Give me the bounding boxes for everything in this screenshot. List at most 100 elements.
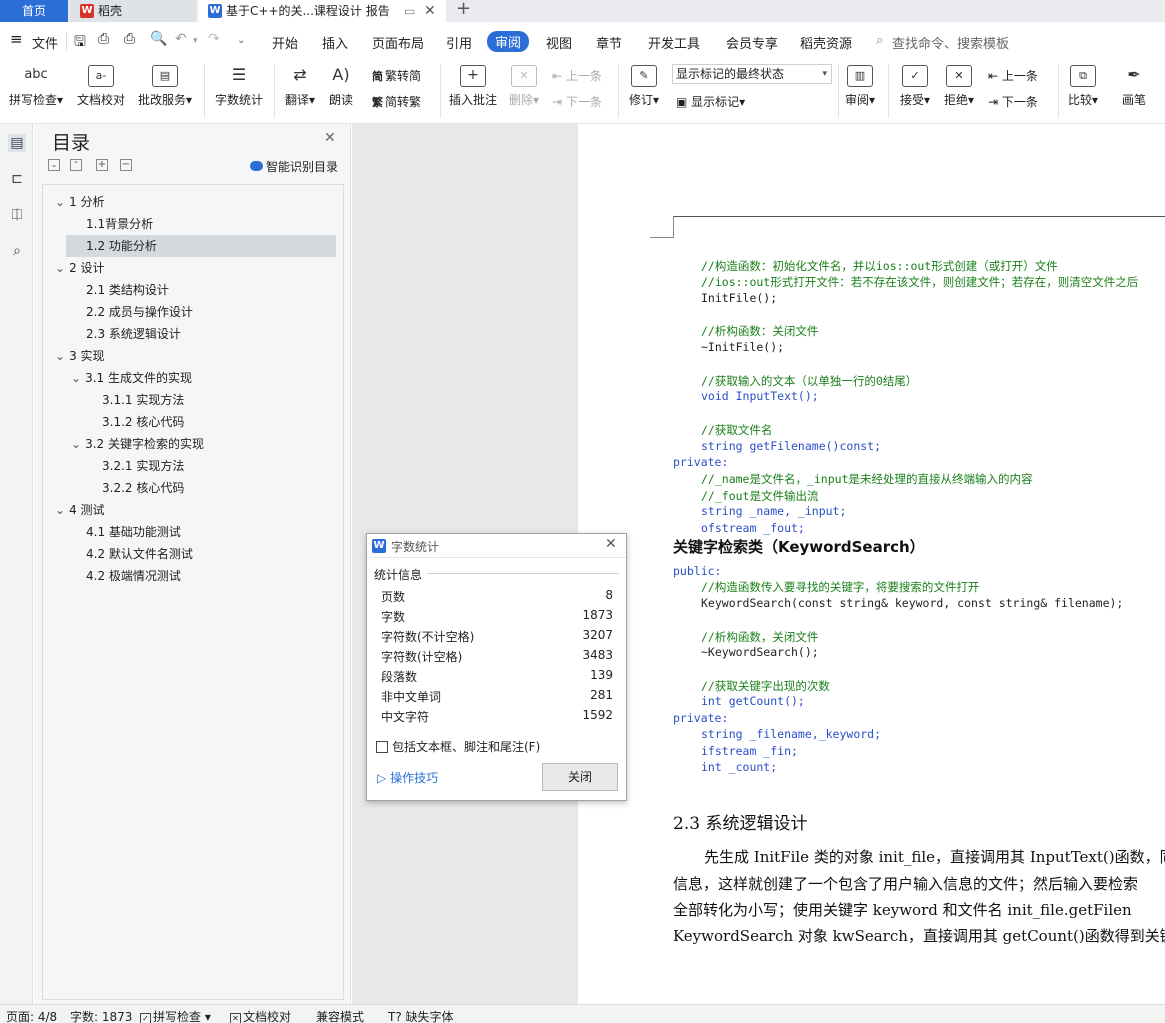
simp-to-trad-button[interactable]: 繁简转繁 [372,93,421,110]
prev-change-button[interactable]: ⇤ 上一条 [988,67,1038,84]
read-aloud-button[interactable]: A) 朗读 [324,65,358,108]
undo-icon[interactable]: ↶ [175,31,187,47]
tips-link[interactable]: ▷ 操作技巧 [377,769,438,786]
toc-item[interactable]: 3.1.1 实现方法 [102,389,184,411]
reject-button[interactable]: ✕ 拒绝▾ [940,65,978,108]
quick-access-dropdown-icon[interactable]: ⌄ [237,35,245,46]
export-pdf-icon[interactable]: ⎙ [98,31,109,47]
menu-insert[interactable]: 插入 [322,33,348,52]
comment-service-button[interactable]: ▤ 批改服务▾ [134,65,196,108]
stat-row: 字符数(不计空格) 3207 [381,628,613,644]
translate-button[interactable]: ⇄ 翻译▾ [280,65,320,108]
trad-to-simp-button[interactable]: 简繁转简 [372,67,421,84]
toc-item[interactable]: 4.2 默认文件名测试 [86,543,193,565]
word-count-indicator[interactable]: 字数: 1873 [70,1008,132,1023]
chevron-down-icon[interactable]: ⌄ [55,349,65,363]
save-icon[interactable]: 🖫 [74,31,86,55]
toc-item[interactable]: 3.1.2 核心代码 [102,411,184,433]
print-preview-icon[interactable]: 🔍 [150,31,167,47]
menu-start[interactable]: 开始 [272,33,298,52]
dialog-titlebar[interactable]: W 字数统计 ✕ [367,534,626,558]
toc-item[interactable]: 3.2.1 实现方法 [102,455,184,477]
prev-comment-button[interactable]: ⇤ 上一条 [552,67,602,84]
delete-comment-button[interactable]: ✕ 删除▾ [504,65,544,108]
print-icon[interactable]: ⎙ [124,31,135,47]
menu-developer[interactable]: 开发工具 [648,33,700,52]
menu-review[interactable]: 审阅 [487,31,530,52]
tab-document[interactable]: W 基于C++的关...课程设计 报告 ▭ ✕ [198,0,446,22]
missing-font-button[interactable]: T? 缺失字体 [388,1008,454,1023]
menu-daoke-resources[interactable]: 稻壳资源 [800,33,852,52]
accept-button[interactable]: ✓ 接受▾ [896,65,934,108]
chevron-down-icon[interactable]: ⌄ [55,503,65,517]
menu-file[interactable]: 文件 [32,33,58,52]
chevron-down-icon[interactable]: ⌄ [71,437,81,451]
next-comment-button[interactable]: ⇥ 下一条 [552,93,602,110]
redo-icon[interactable]: ↷ [208,31,220,47]
document-proof-button[interactable]: a- 文档校对 [74,65,128,108]
next-change-button[interactable]: ⇥ 下一条 [988,93,1038,110]
expand-level-icon[interactable]: ⌃ [70,159,82,171]
toc-item[interactable]: 4.2 极端情况测试 [86,565,181,587]
show-markup-button[interactable]: ▣ 显示标记▾ [676,93,745,110]
toc-icon[interactable]: ▤ [8,134,26,152]
command-search-input[interactable]: 查找命令、搜索模板 [892,33,1009,52]
spell-check-button[interactable]: abc 拼写检查▾ [6,65,66,108]
close-tab-icon[interactable]: ✕ [424,0,436,22]
markup-state-select[interactable]: 显示标记的最终状态 ▾ [672,64,832,84]
menu-member[interactable]: 会员专享 [726,33,778,52]
add-heading-icon[interactable]: + [96,159,108,171]
toc-item[interactable]: 4.1 基础功能测试 [86,521,181,543]
code-line: //析构函数：关闭文件 [701,324,819,338]
checkbox-box[interactable] [376,741,388,753]
word-count-button[interactable]: ☰ 字数统计 [212,65,266,108]
tab-home[interactable]: 首页 [0,0,68,22]
pen-button[interactable]: ✒ 画笔 [1116,65,1152,108]
chevron-down-icon[interactable]: ⌄ [71,371,81,385]
bookmark-icon[interactable]: ⎅ [8,206,26,224]
track-changes-button[interactable]: ✎ 修订▾ [624,65,664,108]
chapter-nav-icon[interactable]: ⊏ [8,170,26,188]
toc-item[interactable]: 3.2.2 核心代码 [102,477,184,499]
toc-item[interactable]: 1.1背景分析 [86,213,153,235]
tab-daoke[interactable]: W 稻壳 [70,0,196,22]
page-indicator[interactable]: 页面: 4/8 [6,1008,57,1023]
chevron-down-icon[interactable]: ⌄ [55,261,65,275]
chevron-down-icon: ▾ [822,69,827,79]
toc-item[interactable]: 2.2 成员与操作设计 [86,301,193,323]
find-icon[interactable]: ⌕ [8,242,26,260]
chevron-down-icon[interactable]: ⌄ [55,195,65,209]
toc-item[interactable]: ⌄ 4 测试 [55,499,105,521]
insert-comment-button[interactable]: + 插入批注 [446,65,500,108]
toc-item[interactable]: ⌄ 3.2 关键字检索的实现 [71,433,204,455]
close-icon[interactable]: ✕ [324,130,336,146]
toc-item[interactable]: ⌄ 3 实现 [55,345,105,367]
toc-item[interactable]: 2.1 类结构设计 [86,279,169,301]
toc-item[interactable]: ⌄ 2 设计 [55,257,105,279]
document-page[interactable]: //构造函数：初始化文件名，并以ios::out形式创建（或打开）文件 //io… [578,124,1165,1004]
collapse-all-icon[interactable]: ⌄ [48,159,60,171]
status-spell-check[interactable]: ✓ 拼写检查 ▾ [140,1008,211,1023]
menu-view[interactable]: 视图 [546,33,572,52]
code-line: void InputText(); [701,389,819,403]
include-textbox-checkbox[interactable]: 包括文本框、脚注和尾注(F) [376,738,540,755]
close-dialog-button[interactable]: 关闭 [542,763,618,791]
comment-service-icon: ▤ [152,65,178,87]
smart-toc-button[interactable]: 智能识别目录 [250,158,338,175]
toc-item-selected[interactable]: 1.2 功能分析 [66,235,336,257]
new-tab-icon[interactable]: + [456,0,471,19]
undo-dropdown-icon[interactable]: ▾ [193,36,198,46]
status-document-proof[interactable]: ✕ 文档校对 [230,1008,291,1023]
remove-heading-icon[interactable]: − [120,159,132,171]
close-icon[interactable]: ✕ [605,536,617,552]
compare-button[interactable]: ⧉ 比较▾ [1064,65,1102,108]
menu-reference[interactable]: 引用 [446,33,472,52]
menu-layout[interactable]: 页面布局 [372,33,424,52]
menu-chapter[interactable]: 章节 [596,33,622,52]
hamburger-icon[interactable]: ≡ [10,30,23,48]
review-pane-button[interactable]: ▥ 审阅▾ [842,65,878,108]
toc-item[interactable]: ⌄ 3.1 生成文件的实现 [71,367,192,389]
toc-item[interactable]: 2.3 系统逻辑设计 [86,323,181,345]
toc-item[interactable]: ⌄ 1 分析 [55,191,105,213]
pin-icon[interactable]: ▭ [404,0,415,22]
